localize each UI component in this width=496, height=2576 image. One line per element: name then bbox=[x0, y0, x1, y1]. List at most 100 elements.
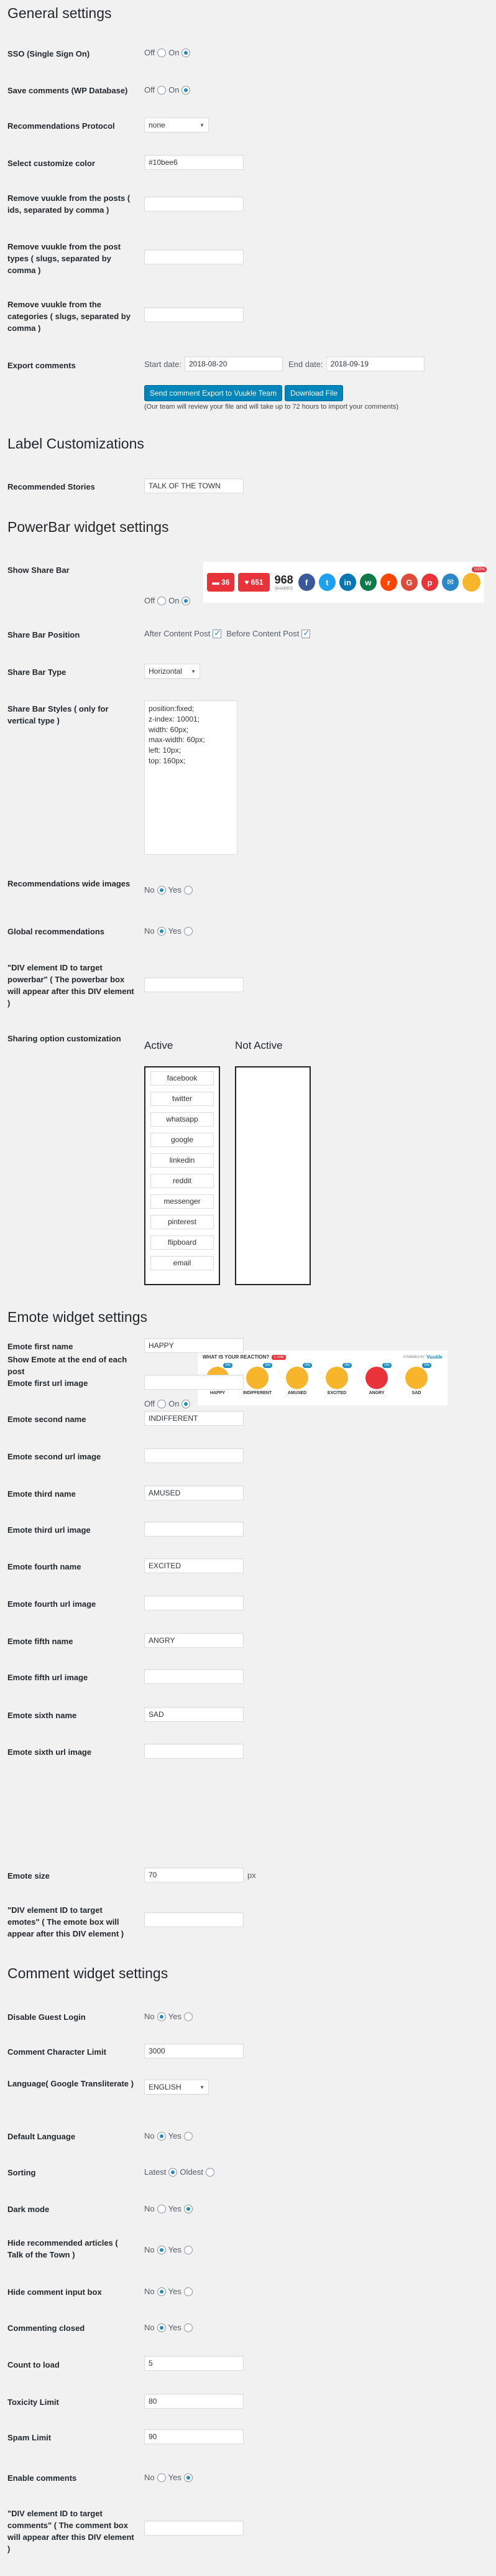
recommended-stories-label: Recommended Stories bbox=[7, 482, 95, 491]
emote-sixth-url-input[interactable] bbox=[144, 1744, 244, 1759]
show-emote-off-radio[interactable] bbox=[157, 1399, 167, 1408]
share-bar-type-value: Horizontal bbox=[149, 667, 183, 676]
dark-mode-yes-radio[interactable] bbox=[183, 2204, 193, 2213]
global-reco-yes-radio[interactable] bbox=[183, 926, 193, 936]
reco-protocol-value: none bbox=[149, 121, 165, 129]
reco-wide-no-radio[interactable] bbox=[157, 885, 166, 895]
end-date-input[interactable] bbox=[326, 356, 425, 371]
download-file-button[interactable]: Download File bbox=[285, 385, 344, 401]
before-content-checkbox[interactable] bbox=[301, 628, 311, 638]
emote-second-url-input[interactable] bbox=[144, 1448, 244, 1463]
share-option-pinterest[interactable]: pinterest bbox=[150, 1215, 214, 1229]
pinterest-icon[interactable]: p bbox=[421, 574, 439, 591]
remove-post-types-input[interactable] bbox=[144, 249, 244, 264]
inactive-share-list[interactable] bbox=[235, 1066, 311, 1285]
email-icon[interactable]: ✉ bbox=[442, 574, 459, 591]
share-option-whatsapp[interactable]: whatsapp bbox=[150, 1112, 214, 1127]
section-title-general: General settings bbox=[7, 5, 112, 21]
dark-mode-no-label: No bbox=[144, 2204, 155, 2213]
global-reco-no-radio[interactable] bbox=[157, 926, 166, 936]
hide-input-no-radio[interactable] bbox=[157, 2287, 166, 2296]
powerbar-div-target-input[interactable] bbox=[144, 977, 244, 992]
share-bar-type-select[interactable]: Horizontal ▼ bbox=[144, 664, 200, 679]
emote-second-name-input[interactable] bbox=[144, 1411, 244, 1426]
show-share-bar-off-radio[interactable] bbox=[157, 596, 167, 605]
hide-reco-label: Hide recommended articles ( Talk of the … bbox=[7, 2238, 118, 2259]
google-icon[interactable]: G bbox=[400, 574, 418, 591]
start-date-input[interactable] bbox=[184, 356, 283, 371]
emote-icon[interactable]: 100% bbox=[462, 567, 487, 592]
before-content-label: Before Content Post bbox=[226, 629, 300, 638]
char-limit-input[interactable] bbox=[144, 2044, 244, 2058]
default-language-yes-radio[interactable] bbox=[183, 2131, 193, 2141]
reco-wide-yes-radio[interactable] bbox=[183, 885, 193, 895]
dark-mode-no-radio[interactable] bbox=[157, 2204, 166, 2213]
save-comments-off-radio[interactable] bbox=[157, 85, 167, 95]
show-share-bar-on-radio[interactable] bbox=[181, 596, 191, 605]
share-option-flipboard[interactable]: flipboard bbox=[150, 1235, 214, 1250]
count-load-input[interactable] bbox=[144, 2356, 244, 2371]
twitter-icon[interactable]: t bbox=[318, 574, 336, 591]
share-option-messenger[interactable]: messenger bbox=[150, 1194, 214, 1209]
comment-div-target-label: "DIV element ID to target comments" ( Th… bbox=[7, 2509, 134, 2554]
reco-protocol-select[interactable]: none ▼ bbox=[144, 118, 209, 133]
emote-third-name-input[interactable] bbox=[144, 1486, 244, 1500]
reco-protocol-label: Recommendations Protocol bbox=[7, 121, 115, 131]
enable-comments-yes-radio[interactable] bbox=[183, 2473, 193, 2482]
sorting-latest-radio[interactable] bbox=[168, 2167, 178, 2177]
remove-posts-input[interactable] bbox=[144, 197, 244, 212]
share-option-google[interactable]: google bbox=[150, 1133, 214, 1147]
recommended-stories-input[interactable] bbox=[144, 478, 244, 493]
comment-div-target-input[interactable] bbox=[144, 2521, 244, 2536]
emote-fourth-url-input[interactable] bbox=[144, 1596, 244, 1611]
emote-sixth-name-input[interactable] bbox=[144, 1707, 244, 1722]
facebook-icon[interactable]: f bbox=[298, 574, 315, 591]
section-title-powerbar: PowerBar widget settings bbox=[7, 519, 169, 535]
emote-first-url-input[interactable] bbox=[144, 1375, 244, 1390]
reddit-icon[interactable]: r bbox=[380, 574, 397, 591]
sso-off-radio[interactable] bbox=[157, 48, 167, 57]
enable-comments-no-radio[interactable] bbox=[157, 2473, 166, 2482]
sorting-oldest-radio[interactable] bbox=[206, 2167, 214, 2177]
sorting-latest-label: Latest bbox=[144, 2167, 167, 2177]
remove-categories-input[interactable] bbox=[144, 307, 244, 322]
comment-count-badge: ▬ 36 bbox=[207, 573, 235, 592]
share-option-linkedin[interactable]: linkedin bbox=[150, 1153, 214, 1168]
emote-size-input[interactable] bbox=[144, 1867, 244, 1882]
share-option-facebook[interactable]: facebook bbox=[150, 1071, 214, 1086]
commenting-closed-no-radio[interactable] bbox=[157, 2323, 166, 2332]
default-language-no-radio[interactable] bbox=[157, 2131, 166, 2141]
share-bar-styles-textarea[interactable]: position:fixed; z-index: 10001; width: 6… bbox=[144, 700, 237, 855]
linkedin-icon[interactable]: in bbox=[339, 574, 356, 591]
emote-fourth-name-input[interactable] bbox=[144, 1558, 244, 1573]
after-content-checkbox[interactable] bbox=[213, 628, 222, 638]
guest-login-yes-radio[interactable] bbox=[183, 2012, 193, 2021]
share-option-twitter[interactable]: twitter bbox=[150, 1092, 214, 1106]
emote-fifth-name-input[interactable] bbox=[144, 1633, 244, 1648]
emote-first-name-input[interactable] bbox=[144, 1338, 244, 1353]
customize-color-input[interactable] bbox=[144, 155, 244, 170]
language-select[interactable]: ENGLISH ▼ bbox=[144, 2080, 209, 2095]
spam-input[interactable] bbox=[144, 2429, 244, 2444]
emote-third-url-input[interactable] bbox=[144, 1522, 244, 1537]
active-share-list[interactable]: facebook twitter whatsapp google linkedin red… bbox=[144, 1066, 220, 1285]
emote-fifth-url-input[interactable] bbox=[144, 1669, 244, 1684]
hide-reco-yes-radio[interactable] bbox=[183, 2245, 193, 2254]
global-reco-yes-label: Yes bbox=[168, 926, 181, 936]
save-comments-on-radio[interactable] bbox=[181, 85, 191, 95]
share-option-reddit[interactable]: reddit bbox=[150, 1174, 214, 1188]
customize-color-label: Select customize color bbox=[7, 159, 95, 168]
hide-input-yes-radio[interactable] bbox=[183, 2287, 193, 2296]
send-export-button[interactable]: Send comment Export to Vuukle Team bbox=[144, 385, 283, 401]
emoji-face-icon: 0% bbox=[326, 1363, 352, 1389]
sso-on-radio[interactable] bbox=[181, 48, 191, 57]
hide-reco-no-radio[interactable] bbox=[157, 2245, 166, 2254]
toxicity-input[interactable] bbox=[144, 2394, 244, 2409]
commenting-closed-yes-radio[interactable] bbox=[183, 2323, 193, 2332]
share-option-email[interactable]: email bbox=[150, 1256, 214, 1270]
show-emote-on-radio[interactable] bbox=[181, 1399, 191, 1408]
whatsapp-icon[interactable]: w bbox=[359, 574, 377, 591]
emote-div-target-input[interactable] bbox=[144, 1912, 244, 1927]
sorting-label: Sorting bbox=[7, 2168, 36, 2177]
guest-login-no-radio[interactable] bbox=[157, 2012, 166, 2021]
